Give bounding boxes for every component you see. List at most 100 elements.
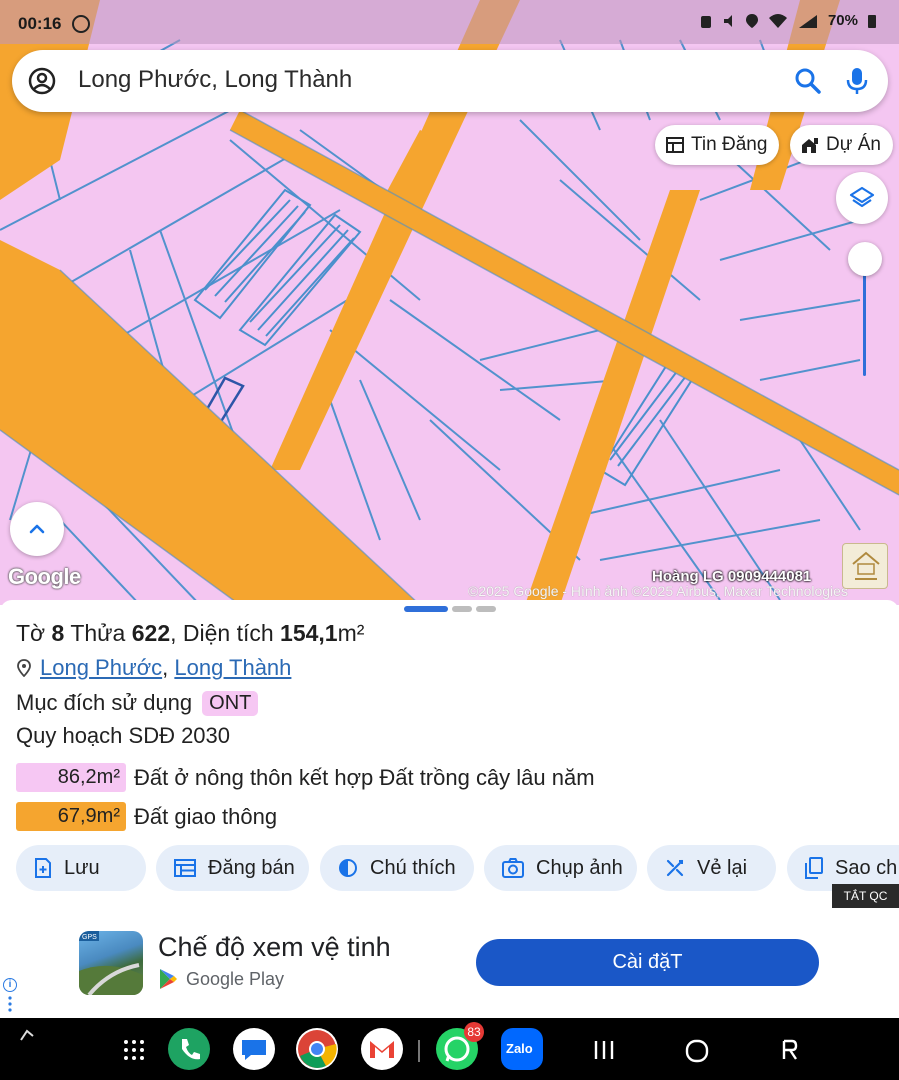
camera-button[interactable]: Chụp ảnh bbox=[484, 845, 637, 891]
copy-icon bbox=[805, 857, 823, 879]
google-play-icon bbox=[160, 969, 177, 989]
mic-icon[interactable] bbox=[844, 66, 870, 96]
du-an-chip[interactable]: Dự Án bbox=[790, 125, 893, 165]
google-logo: Google bbox=[8, 564, 81, 589]
timer-icon bbox=[72, 15, 90, 33]
plan-title: Quy hoạch SDĐ 2030 bbox=[16, 723, 231, 748]
area-unit: m² bbox=[337, 620, 365, 646]
status-bar: 00:16 70% bbox=[0, 0, 899, 44]
chrome-app-icon[interactable] bbox=[296, 1028, 338, 1070]
battery-icon bbox=[868, 14, 876, 28]
save-button[interactable]: Lưu bbox=[16, 845, 146, 891]
sheet-pager[interactable] bbox=[404, 606, 496, 612]
area-label: , Diện tích bbox=[170, 620, 274, 646]
gmail-app-icon[interactable] bbox=[361, 1028, 403, 1070]
notification-badge: 83 bbox=[464, 1022, 484, 1042]
messages-app-icon[interactable] bbox=[233, 1028, 275, 1070]
copy-label: Sao ch bbox=[835, 856, 898, 879]
save-label: Lưu bbox=[64, 856, 100, 879]
listing-icon bbox=[174, 859, 196, 877]
purpose-code-badge: ONT bbox=[202, 690, 259, 716]
chevron-up-icon bbox=[29, 524, 45, 534]
search-input[interactable]: Long Phước, Long Thành bbox=[78, 66, 352, 94]
home-work-icon bbox=[802, 138, 818, 153]
recents-icon[interactable] bbox=[592, 1038, 616, 1062]
search-icon[interactable] bbox=[794, 67, 822, 95]
zalo-app-icon[interactable]: Zalo bbox=[501, 1028, 543, 1070]
camera-label: Chụp ảnh bbox=[536, 856, 623, 879]
plan-label: Đất giao thông bbox=[134, 803, 278, 829]
area-value: 154,1 bbox=[280, 620, 338, 646]
commune-link[interactable]: Long Phước bbox=[40, 655, 162, 680]
action-bar: Lưu Đăng bán Chú thích Chụp ảnh Vẻ lại S… bbox=[16, 845, 899, 891]
sheet-label: Tờ bbox=[16, 620, 46, 646]
zalo-label: Zalo bbox=[506, 1041, 533, 1056]
app-drawer-icon[interactable] bbox=[122, 1038, 146, 1062]
pager-dot[interactable] bbox=[476, 606, 496, 612]
plan-row: 86,2m² Đất ở nông thôn kết hợp Đất trồng… bbox=[16, 763, 595, 792]
slider-thumb[interactable] bbox=[848, 242, 882, 276]
gmail-icon bbox=[370, 1041, 394, 1058]
redraw-icon bbox=[666, 859, 684, 877]
map-copyright: ©2025 Google - Hình ảnh ©2025 Airbus, Ma… bbox=[468, 583, 848, 599]
status-time: 00:16 bbox=[18, 14, 62, 33]
account-icon[interactable] bbox=[28, 67, 56, 95]
mute-icon bbox=[723, 14, 732, 27]
battery-percent: 70% bbox=[827, 12, 858, 29]
legend-label: Chú thích bbox=[370, 856, 456, 879]
ad-title[interactable]: Chế độ xem vệ tinh bbox=[158, 932, 391, 963]
plan-area-chip: 67,9m² bbox=[16, 802, 126, 831]
location-separator: , bbox=[162, 655, 175, 680]
redraw-button[interactable]: Vẻ lại bbox=[647, 845, 776, 891]
redraw-label: Vẻ lại bbox=[697, 856, 748, 879]
ad-info-icon[interactable]: i bbox=[3, 978, 17, 992]
expand-button[interactable] bbox=[10, 502, 64, 556]
chrome-icon bbox=[298, 1030, 337, 1068]
purpose-row: Mục đích sử dụng ONT bbox=[16, 690, 259, 716]
legend-button[interactable]: Chú thích bbox=[320, 845, 474, 891]
district-link[interactable]: Long Thành bbox=[174, 655, 291, 680]
save-add-icon bbox=[35, 858, 51, 878]
system-nav-bar: 83 Zalo bbox=[0, 1018, 899, 1080]
parcel-info-sheet: Tờ 8 Thửa 622, Diện tích 154,1m² Long Ph… bbox=[0, 600, 899, 908]
more-vertical-icon[interactable] bbox=[8, 996, 12, 1012]
location-icon bbox=[745, 13, 758, 28]
map-watermark: Hoàng LG 0909444081 bbox=[652, 568, 812, 585]
plan-label: Đất ở nông thôn kết hợp Đất trồng cây lâ… bbox=[134, 764, 595, 790]
slider-track[interactable] bbox=[863, 260, 866, 376]
lot-label: Thửa bbox=[70, 620, 126, 646]
listing-icon bbox=[666, 137, 684, 153]
layers-button[interactable] bbox=[836, 172, 888, 224]
ad-banner[interactable]: GPS Chế độ xem vệ tinh Google Play Cài đ… bbox=[0, 908, 899, 1018]
dock-divider bbox=[418, 1040, 420, 1062]
camera-icon bbox=[502, 858, 524, 878]
install-button[interactable]: Cài đặT bbox=[476, 939, 819, 986]
brand-logo bbox=[852, 551, 880, 580]
ad-store: Google Play bbox=[158, 968, 284, 990]
home-icon[interactable] bbox=[684, 1038, 710, 1064]
hoang-lg-logo bbox=[842, 543, 888, 589]
du-an-label: Dự Án bbox=[826, 134, 881, 155]
pager-dot-active[interactable] bbox=[404, 606, 448, 612]
search-bar[interactable]: Long Phước, Long Thành bbox=[12, 50, 888, 112]
plan-area-chip: 86,2m² bbox=[16, 763, 126, 792]
close-ad-button[interactable]: TẮT QC bbox=[832, 884, 899, 908]
ad-store-label: Google Play bbox=[186, 968, 285, 989]
land-map[interactable]: 00:16 70% Long Phước, Long Thành Tin Đăn… bbox=[0, 0, 899, 605]
purpose-label: Mục đích sử dụng bbox=[16, 690, 193, 715]
app-icon[interactable]: GPS bbox=[79, 931, 143, 995]
tin-dang-chip[interactable]: Tin Đăng bbox=[655, 125, 780, 165]
back-icon[interactable] bbox=[778, 1038, 800, 1062]
tin-dang-label: Tin Đăng bbox=[691, 134, 768, 155]
sheet-number: 8 bbox=[51, 620, 65, 646]
status-icons: 70% bbox=[699, 12, 877, 29]
message-icon bbox=[242, 1040, 266, 1060]
listing-button[interactable]: Đăng bán bbox=[156, 845, 309, 891]
phone-app-icon[interactable] bbox=[168, 1028, 210, 1070]
layers-icon bbox=[849, 186, 875, 208]
pager-dot[interactable] bbox=[452, 606, 472, 612]
flower-icon bbox=[20, 1029, 34, 1041]
opacity-slider[interactable] bbox=[848, 240, 882, 380]
app-icon-badge: GPS bbox=[82, 934, 97, 941]
phone-icon bbox=[182, 1039, 200, 1060]
